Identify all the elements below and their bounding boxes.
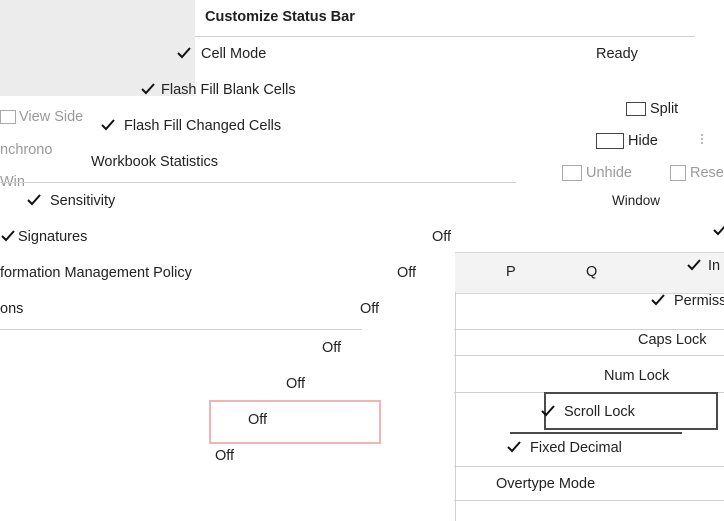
menu-item-label: Workbook Statistics [91, 154, 219, 170]
menu-item-label: Num Lock [604, 368, 670, 384]
column-header-q: Q [586, 264, 598, 280]
menu-item-value: Off [397, 265, 417, 281]
unhide-icon [562, 165, 582, 182]
check-icon [687, 259, 701, 271]
highlight-box [209, 400, 381, 444]
menu-separator [454, 355, 724, 356]
check-icon [27, 194, 41, 206]
menu-item-value: Ready [596, 46, 638, 62]
check-icon [101, 119, 115, 131]
menu-separator [0, 182, 516, 183]
off-value: Off [215, 448, 235, 464]
off-value: Off [248, 412, 268, 428]
window-group-label: Window [612, 193, 661, 208]
menu-separator [0, 329, 362, 330]
hide-icon [596, 133, 624, 150]
menu-separator [454, 500, 724, 501]
menu-border-vertical [455, 292, 456, 521]
menu-item-value: Off [432, 229, 452, 245]
menu-item-label: Sensitivity [50, 193, 116, 209]
menu-separator [454, 329, 724, 330]
menu-item-label: In [708, 258, 721, 274]
check-icon [651, 294, 665, 306]
menu-item-label: Scroll Lock [564, 404, 635, 420]
split-button[interactable]: Split [626, 101, 678, 117]
unhide-button[interactable]: Unhide [562, 165, 632, 182]
menu-item-label: Overtype Mode [496, 476, 596, 492]
menu-separator [454, 466, 724, 467]
hide-button[interactable]: Hide [596, 133, 658, 150]
menu-item-label: Signatures [18, 229, 88, 245]
reset-button[interactable]: Rese [670, 165, 724, 182]
menu-item-label: Permiss [674, 293, 724, 309]
menu-item-label: Caps Lock [638, 332, 707, 348]
menu-item-label: Flash Fill Blank Cells [161, 82, 296, 98]
off-value: Off [322, 340, 342, 356]
menu-item-label: formation Management Policy [0, 265, 192, 281]
menu-item-value: Off [360, 301, 380, 317]
view-side-icon [0, 110, 16, 125]
menu-item-label: Fixed Decimal [530, 440, 622, 456]
menu-title: Customize Status Bar [205, 9, 355, 25]
split-icon [626, 102, 646, 117]
check-icon [141, 83, 155, 95]
menu-item-label: Flash Fill Changed Cells [124, 118, 282, 134]
check-icon [713, 225, 724, 236]
hover-border-inner [510, 432, 682, 434]
arrange-icon-partial: ⫶ [700, 133, 704, 149]
synchronous-label[interactable]: nchrono [0, 142, 52, 158]
check-icon [541, 405, 555, 417]
check-icon [507, 441, 521, 453]
off-value: Off [286, 376, 306, 392]
menu-title-separator [195, 36, 695, 37]
menu-item-label: Cell Mode [201, 46, 267, 62]
reset-icon [670, 165, 686, 182]
check-icon [177, 47, 191, 59]
menu-item-label: ons [0, 301, 24, 317]
check-icon [1, 230, 15, 242]
view-side-label[interactable]: View Side [0, 109, 83, 125]
